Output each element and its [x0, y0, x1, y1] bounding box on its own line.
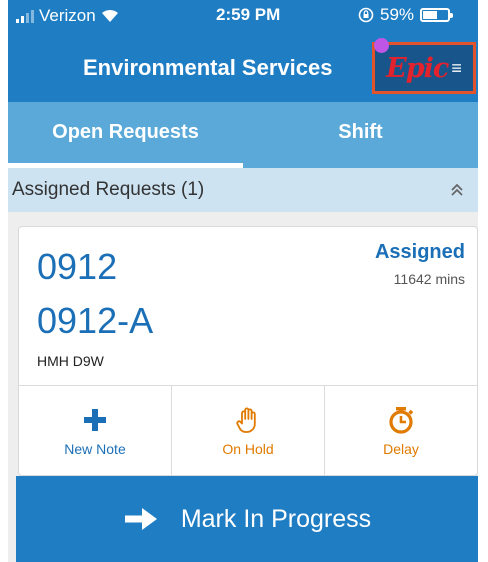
arrow-right-icon: [124, 508, 157, 530]
double-chevron-up-icon[interactable]: [450, 183, 464, 197]
wifi-icon: [101, 9, 118, 22]
epic-logo: Epic: [386, 52, 449, 84]
on-hold-button[interactable]: On Hold: [172, 386, 325, 475]
tab-bar: Open Requests Shift: [8, 102, 478, 168]
elapsed-time: 11642 mins: [393, 271, 465, 287]
action-label: New Note: [64, 440, 126, 457]
signal-icon: [16, 9, 34, 23]
room-number: 0912: [37, 246, 118, 287]
menu-icon: ≡: [451, 57, 462, 78]
tab-open-requests[interactable]: Open Requests: [8, 102, 243, 168]
page-title: Environmental Services: [83, 55, 333, 80]
screenshot-frame: Verizon 2:59 PM 59% Environmental Servic…: [0, 0, 488, 562]
battery-percent: 59%: [380, 5, 415, 24]
request-actions: New Note On Hold Delay: [19, 385, 477, 475]
mark-in-progress-button[interactable]: Mark In Progress: [16, 476, 478, 562]
status-right: 59%: [358, 5, 454, 25]
status-bar: Verizon 2:59 PM 59%: [8, 0, 478, 30]
orientation-lock-icon: [358, 7, 374, 23]
tab-label: Shift: [338, 120, 383, 143]
action-label: Delay: [383, 440, 419, 457]
status-time: 2:59 PM: [216, 5, 281, 24]
tab-shift[interactable]: Shift: [243, 102, 478, 168]
new-note-button[interactable]: New Note: [19, 386, 172, 475]
hand-icon: [236, 407, 256, 433]
delay-button[interactable]: Delay: [325, 386, 477, 475]
carrier-name: Verizon: [39, 6, 96, 25]
stopwatch-icon: [389, 406, 414, 434]
status-left: Verizon: [16, 6, 119, 26]
app-header: Verizon 2:59 PM 59% Environmental Servic…: [8, 0, 478, 102]
battery-fill: [423, 11, 438, 19]
status-badge: Assigned: [374, 241, 465, 263]
battery-icon: [420, 8, 454, 22]
request-card[interactable]: 0912 0912-A HMH D9W Assigned 11642 mins …: [18, 226, 478, 476]
notification-dot-icon: [374, 38, 389, 53]
action-label: On Hold: [222, 440, 274, 457]
frame-edge-right: [478, 0, 488, 562]
frame-edge-left: [0, 0, 8, 562]
assigned-requests-header[interactable]: Assigned Requests (1): [8, 168, 478, 212]
plus-icon: [84, 408, 106, 431]
phone-screen: Verizon 2:59 PM 59% Environmental Servic…: [8, 0, 478, 562]
tab-label: Open Requests: [52, 120, 199, 143]
primary-button-label: Mark In Progress: [180, 504, 372, 533]
bed-number: 0912-A: [37, 300, 154, 341]
section-title: Assigned Requests (1): [12, 179, 205, 200]
unit-name: HMH D9W: [37, 353, 104, 369]
